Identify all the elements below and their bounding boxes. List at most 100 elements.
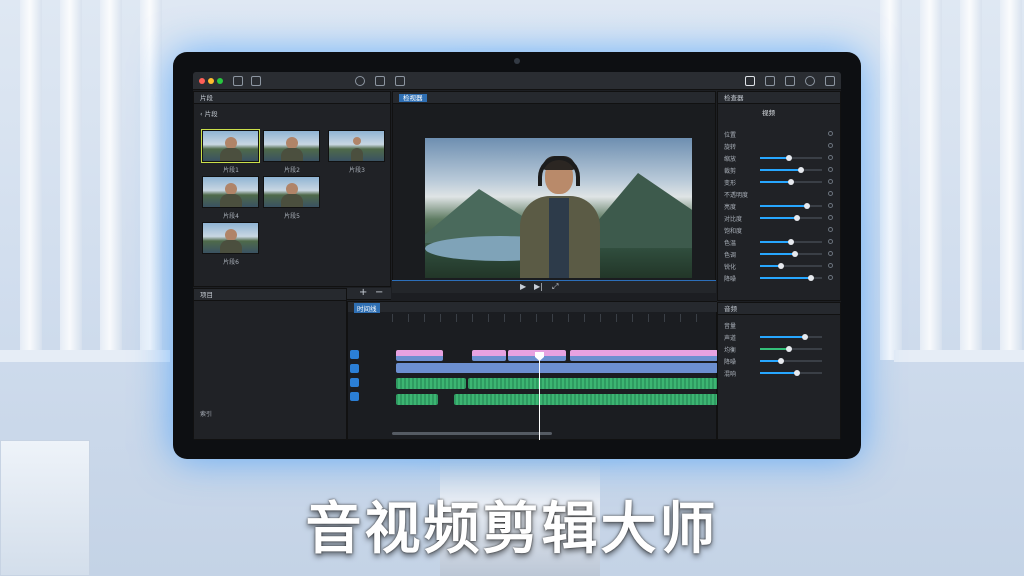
play-icon[interactable]: ▶ xyxy=(520,283,526,291)
browser-folder[interactable]: ‹ 片段 xyxy=(200,108,218,118)
share-icon[interactable] xyxy=(395,76,405,86)
page-title: 音视频剪辑大师 xyxy=(305,497,719,562)
clip-browser: 片段 ‹ 片段 片段1 片段2 片段3 片段4 片段5 片段6 xyxy=(193,91,391,287)
key-icon[interactable] xyxy=(375,76,385,86)
clip-thumbnail[interactable] xyxy=(202,176,259,208)
window-toolbar xyxy=(193,72,841,90)
inspector-row[interactable]: 变形 xyxy=(718,176,838,188)
video-clip-strip[interactable] xyxy=(396,363,718,373)
inspector-toggle-icon[interactable] xyxy=(785,76,795,86)
audio-track-icon[interactable] xyxy=(350,364,359,373)
audio-clip[interactable] xyxy=(468,378,718,389)
browser-toggle-icon[interactable] xyxy=(745,76,755,86)
video-clip[interactable] xyxy=(472,350,506,361)
audio-clip[interactable] xyxy=(454,394,718,405)
clip-label: 片段6 xyxy=(223,259,239,266)
audio-row: 音量 xyxy=(724,323,737,330)
background-slat xyxy=(100,0,122,360)
timeline-index: 项目 索引 xyxy=(193,288,347,440)
viewer-tab[interactable]: 检视器 xyxy=(399,94,427,102)
inspector-row[interactable]: 色温 xyxy=(718,236,838,248)
audio-track-icon[interactable] xyxy=(350,392,359,401)
audio-row[interactable]: 混响 xyxy=(718,367,838,379)
timeline-project-tab[interactable]: 时间线 xyxy=(354,303,380,313)
editor-screen: 片段 ‹ 片段 片段1 片段2 片段3 片段4 片段5 片段6 检视器 ▶ ▶|… xyxy=(193,72,841,440)
video-clip[interactable] xyxy=(396,350,443,361)
browser-folder-label: 片段 xyxy=(204,110,218,118)
inspector-panel: 检查器 视频 位置 旋转 缩放 裁剪 变形 不透明度 亮度 对比度 饱和度 色温… xyxy=(717,91,841,301)
timeline-toggle-icon[interactable] xyxy=(765,76,775,86)
inspector-row[interactable]: 缩放 xyxy=(718,152,838,164)
background-slat xyxy=(60,0,82,360)
background-slat xyxy=(920,0,942,360)
video-preview[interactable] xyxy=(425,138,692,278)
clip-thumbnail[interactable] xyxy=(202,222,259,254)
inspector-row: 不透明度 xyxy=(718,188,838,200)
clip-thumbnail[interactable] xyxy=(263,130,320,162)
microphone-icon[interactable] xyxy=(355,76,365,86)
remove-icon[interactable]: − xyxy=(375,288,383,298)
menu-icon[interactable] xyxy=(825,76,835,86)
timeline-index-title: 项目 xyxy=(194,289,346,301)
video-track-icon[interactable] xyxy=(350,350,359,359)
inspector-row[interactable]: 色调 xyxy=(718,248,838,260)
next-frame-icon[interactable]: ▶| xyxy=(534,283,543,291)
background-shelf xyxy=(0,350,170,362)
audio-row[interactable]: 声道 xyxy=(718,331,838,343)
camera-icon xyxy=(514,58,520,64)
inspector-row: 饱和度 xyxy=(718,224,838,236)
audio-clip[interactable] xyxy=(396,394,438,405)
audio-inspector-title: 音频 xyxy=(718,303,840,315)
library-icon[interactable] xyxy=(233,76,243,86)
viewer-header: 检视器 xyxy=(393,92,715,104)
clip-label: 片段3 xyxy=(349,167,365,174)
background-slat xyxy=(20,0,42,360)
monitor: 片段 ‹ 片段 片段1 片段2 片段3 片段4 片段5 片段6 检视器 ▶ ▶|… xyxy=(173,52,861,459)
headphones-icon xyxy=(538,156,580,186)
index-label[interactable]: 索引 xyxy=(200,409,212,418)
inspector-row[interactable]: 降噪 xyxy=(718,272,838,284)
video-clip[interactable] xyxy=(570,350,718,361)
clip-label: 片段4 xyxy=(223,213,239,220)
background-slat xyxy=(1000,0,1022,360)
clip-label: 片段5 xyxy=(284,213,300,220)
inspector-row: 旋转 xyxy=(718,140,838,152)
timeline-scrollbar[interactable] xyxy=(392,432,552,435)
inspector-tab-video[interactable]: 视频 xyxy=(762,107,775,117)
audio-track-icon[interactable] xyxy=(350,378,359,387)
background-shelf xyxy=(894,350,1024,362)
timeline: 时间线 xyxy=(347,301,718,440)
playback-bar: ▶ ▶| ⤢ xyxy=(392,280,716,293)
playhead xyxy=(539,354,540,440)
inspector-row: 位置 xyxy=(718,128,838,140)
audio-clip[interactable] xyxy=(396,378,466,389)
clip-thumbnail[interactable] xyxy=(328,130,385,162)
clip-label: 片段2 xyxy=(284,167,300,174)
grid-icon[interactable] xyxy=(251,76,261,86)
clip-thumbnail[interactable] xyxy=(201,129,260,163)
inspector-title: 检查器 xyxy=(718,92,840,104)
person-shirt xyxy=(549,198,569,278)
browser-header: 片段 xyxy=(194,92,390,104)
clip-label: 片段1 xyxy=(223,167,239,174)
close-window-button[interactable] xyxy=(199,78,205,84)
timeline-ruler[interactable] xyxy=(392,314,712,322)
color-icon[interactable] xyxy=(805,76,815,86)
browser-tab[interactable]: 片段 xyxy=(200,94,213,102)
minimize-window-button[interactable] xyxy=(208,78,214,84)
audio-row[interactable]: 均衡 xyxy=(718,343,838,355)
timeline-header: 时间线 xyxy=(348,302,718,313)
fullscreen-icon[interactable]: ⤢ xyxy=(552,283,558,291)
timeline-tools: + − xyxy=(347,288,391,300)
background-slat xyxy=(960,0,982,360)
inspector-row[interactable]: 亮度 xyxy=(718,200,838,212)
maximize-window-button[interactable] xyxy=(217,78,223,84)
inspector-row[interactable]: 裁剪 xyxy=(718,164,838,176)
audio-row[interactable]: 降噪 xyxy=(718,355,838,367)
inspector-row[interactable]: 对比度 xyxy=(718,212,838,224)
add-icon[interactable]: + xyxy=(359,288,367,298)
background-slat xyxy=(880,0,902,360)
audio-inspector: 音频 音量 声道 均衡 降噪 混响 xyxy=(717,302,841,440)
clip-thumbnail[interactable] xyxy=(263,176,320,208)
inspector-row[interactable]: 锐化 xyxy=(718,260,838,272)
